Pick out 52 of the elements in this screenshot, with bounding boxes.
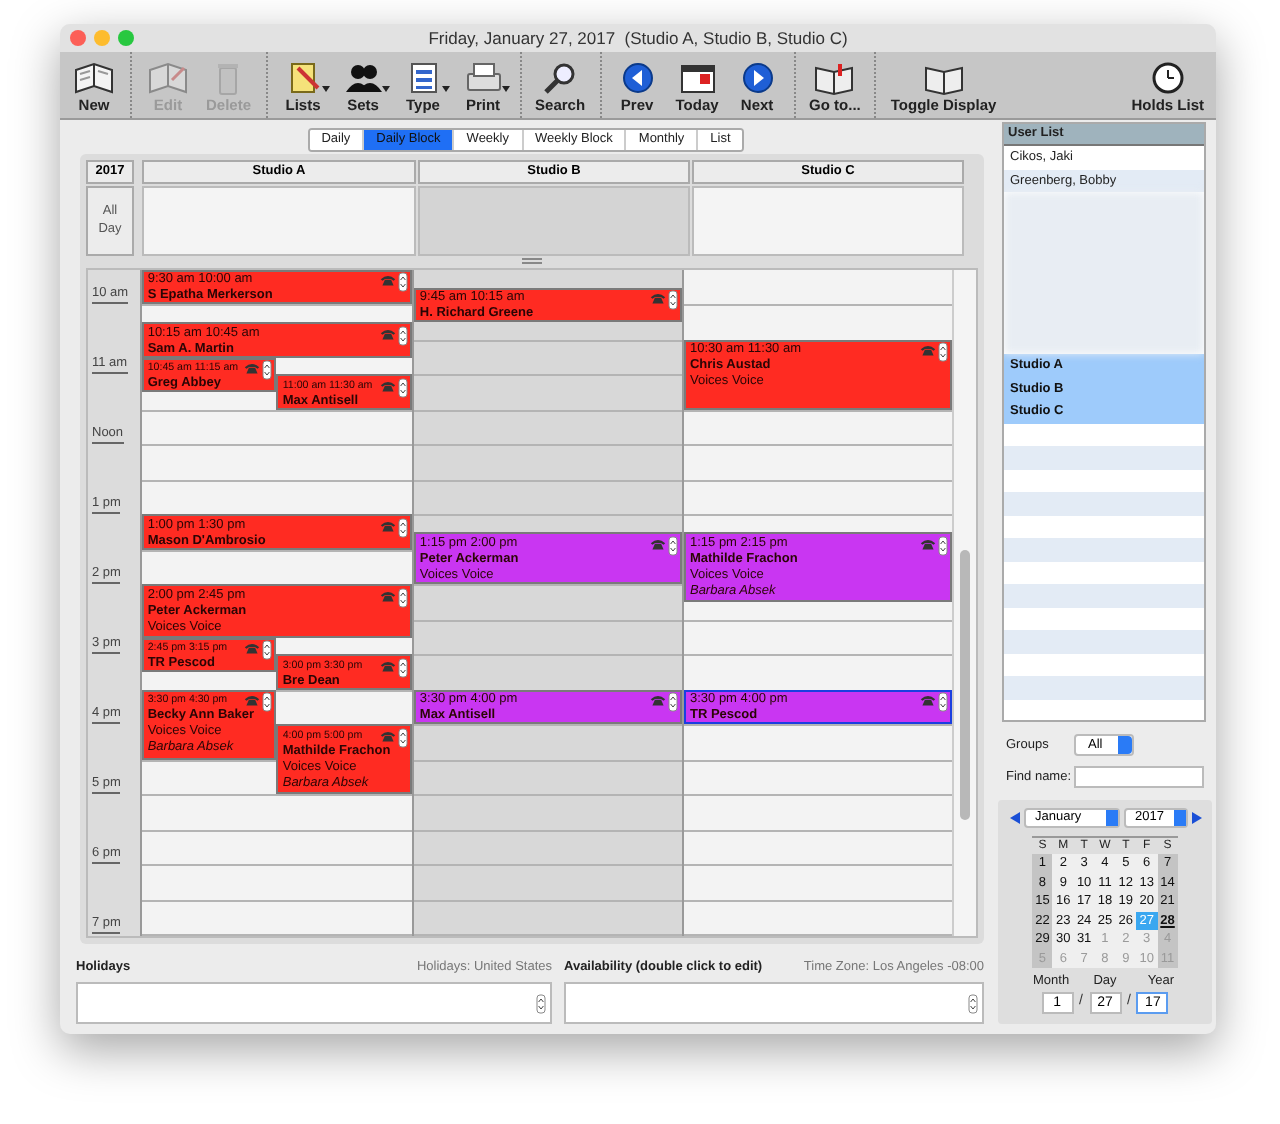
stepper-icon bbox=[397, 517, 408, 538]
stepper-icon bbox=[397, 272, 408, 293]
stepper-icon bbox=[397, 587, 408, 608]
stepper-icon bbox=[667, 535, 678, 556]
stepper-icon bbox=[667, 692, 678, 713]
stepper-icon bbox=[968, 994, 978, 1014]
notebook-icon bbox=[72, 60, 116, 96]
zoom-button[interactable] bbox=[118, 30, 134, 46]
splitter-grip[interactable] bbox=[522, 258, 542, 265]
stepper-icon bbox=[397, 377, 408, 398]
next-month-icon bbox=[1191, 811, 1201, 823]
select-arrows-icon bbox=[1118, 736, 1132, 754]
stepper-icon bbox=[938, 535, 949, 556]
text-area[interactable] bbox=[76, 982, 552, 1024]
telephone-icon bbox=[244, 642, 261, 655]
select-arrows-icon bbox=[1105, 809, 1117, 825]
telephone-icon bbox=[379, 589, 396, 602]
printer-icon bbox=[461, 60, 506, 96]
calendar-icon bbox=[675, 60, 720, 96]
telephone-icon bbox=[920, 694, 937, 707]
telephone-icon bbox=[920, 344, 937, 357]
stepper-icon bbox=[262, 692, 273, 713]
window-title: Friday, January 27, 2017 (Studio A, Studio B, Studio C) bbox=[428, 25, 848, 51]
close-button[interactable] bbox=[70, 30, 86, 46]
telephone-icon bbox=[379, 274, 396, 287]
previous-month-icon bbox=[1009, 811, 1019, 823]
telephone-icon bbox=[379, 519, 396, 532]
select-arrows-icon bbox=[1173, 809, 1185, 825]
notebook-icon bbox=[146, 60, 190, 96]
text-area[interactable] bbox=[564, 982, 984, 1024]
telephone-icon bbox=[244, 362, 261, 375]
scrollbar-thumb[interactable] bbox=[960, 549, 971, 820]
minimize-button[interactable] bbox=[94, 30, 110, 46]
telephone-icon bbox=[649, 292, 666, 305]
telephone-icon bbox=[920, 537, 937, 550]
find-name-field[interactable] bbox=[1074, 766, 1204, 788]
people-icon bbox=[341, 60, 386, 96]
telephone-icon bbox=[379, 659, 396, 672]
stepper-icon bbox=[667, 290, 678, 311]
stepper-icon bbox=[536, 994, 546, 1014]
stepper-icon bbox=[262, 360, 273, 381]
telephone-icon bbox=[244, 694, 261, 707]
stepper-icon bbox=[397, 657, 408, 678]
telephone-icon bbox=[379, 327, 396, 340]
stepper-icon bbox=[262, 640, 273, 661]
telephone-icon bbox=[379, 729, 396, 742]
telephone-icon bbox=[649, 694, 666, 707]
stepper-icon bbox=[397, 325, 408, 346]
stepper-icon bbox=[397, 727, 408, 748]
telephone-icon bbox=[649, 537, 666, 550]
telephone-icon bbox=[379, 379, 396, 392]
book-icon bbox=[812, 60, 857, 96]
